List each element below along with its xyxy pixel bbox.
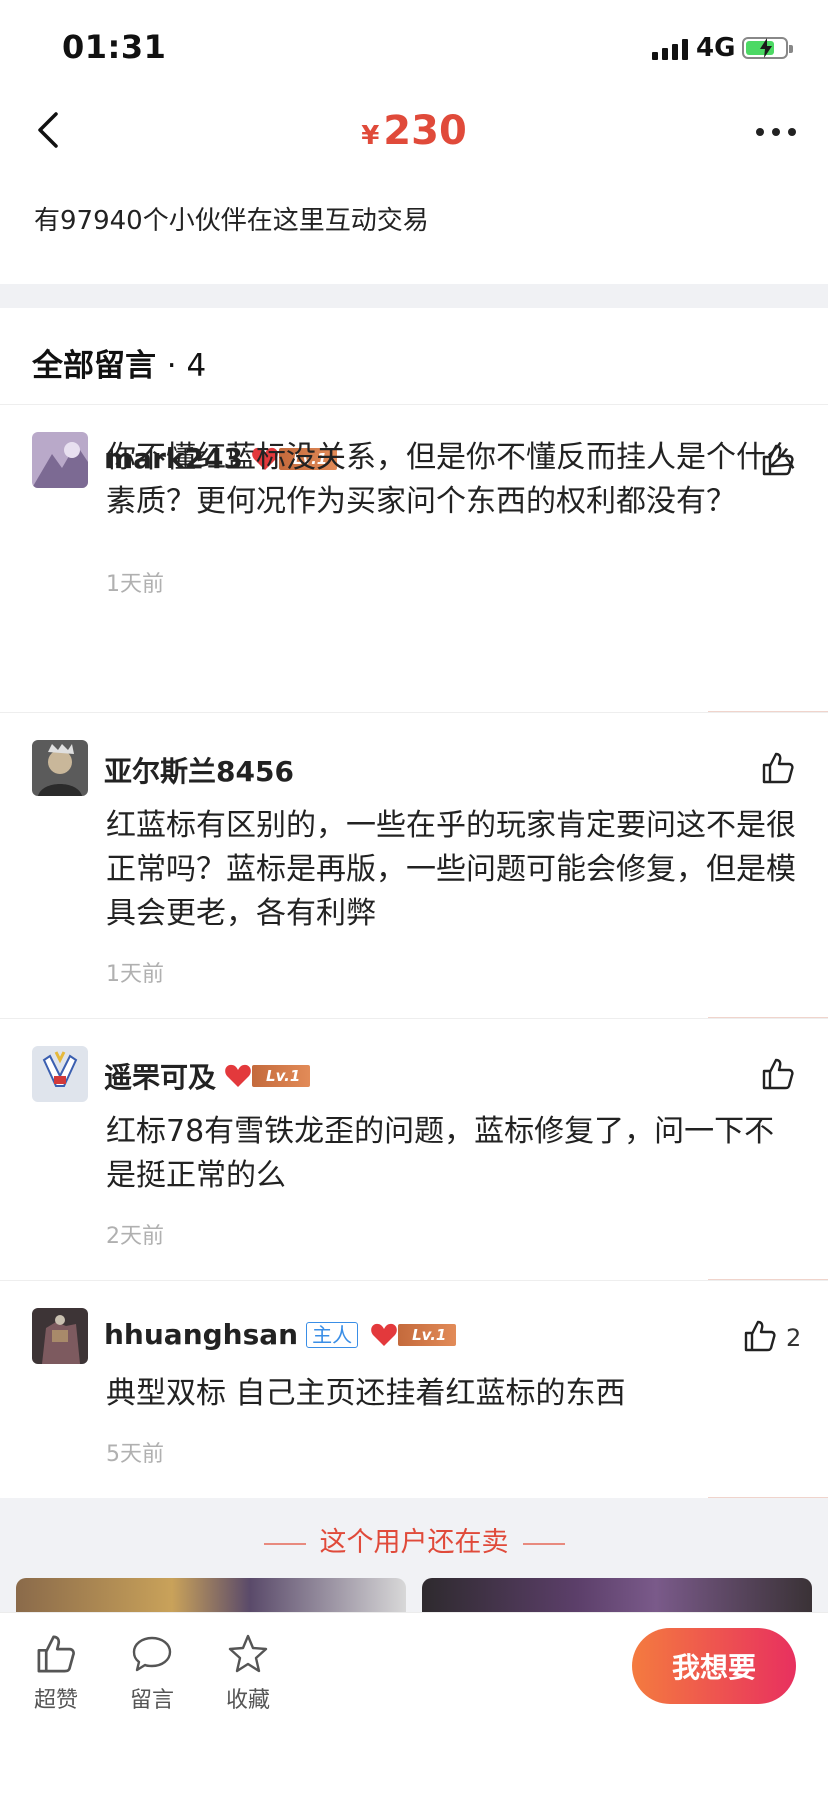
username-row: 遥罘可及 Lv.1 [104, 1056, 311, 1096]
comment-text: 红标78有雪铁龙歪的问题，蓝标修复了，问一下不是挺正常的么 [106, 1114, 775, 1193]
thumbs-up-icon [37, 1635, 75, 1673]
comment-time: 5天前 [106, 1442, 164, 1467]
heart-icon [225, 1064, 251, 1087]
battery-icon [742, 37, 793, 59]
like-count: 2 [786, 1324, 802, 1352]
comment-time: 1天前 [106, 962, 164, 987]
status-time: 01:31 [62, 28, 167, 66]
star-icon [228, 1634, 268, 1673]
comment-label: 留言 [129, 1688, 174, 1713]
like-button[interactable]: 超赞 [16, 1632, 96, 1714]
selling-title-text: 这个用户还在卖 [319, 1527, 509, 1558]
more-icon[interactable] [756, 128, 796, 136]
username-row: hhuanghsan 主人 Lv.1 [104, 1318, 457, 1351]
username[interactable]: 遥罘可及 [104, 1056, 216, 1096]
divider [0, 1018, 828, 1019]
username[interactable]: hhuanghsan [104, 1318, 298, 1351]
comment-button[interactable]: 留言 [112, 1632, 192, 1714]
thumbs-up-icon[interactable] [760, 1056, 796, 1092]
comments-title-label: 全部留言 [32, 348, 156, 384]
divider-accent [708, 711, 828, 712]
currency-symbol: ¥ [361, 121, 380, 151]
interaction-count-text: 有97940个小伙伴在这里互动交易 [34, 206, 429, 236]
want-button[interactable]: 我想要 [632, 1628, 796, 1704]
comment-time: 1天前 [106, 572, 164, 597]
avatar[interactable] [32, 1046, 88, 1102]
divider [0, 712, 828, 713]
thumbs-up-icon[interactable] [760, 750, 796, 786]
speech-bubble-icon [132, 1636, 172, 1672]
selling-title: 这个用户还在卖 [0, 1520, 828, 1559]
comment-text: 你不懂红蓝标没关系，但是你不懂反而挂人是个什么素质？更何况作为买家问个东西的权利… [106, 440, 796, 519]
network-type: 4G [696, 33, 736, 63]
comments-count: · 4 [166, 348, 207, 384]
price-value: 230 [383, 108, 467, 154]
like-label: 超赞 [33, 1688, 78, 1713]
thumbs-up-icon[interactable] [742, 1318, 778, 1354]
favorite-button[interactable]: 收藏 [208, 1632, 288, 1714]
comment-time: 2天前 [106, 1224, 164, 1249]
section-divider [0, 284, 828, 308]
level-badge: Lv.1 [252, 1065, 311, 1087]
avatar[interactable] [32, 1308, 88, 1364]
comments-section-title: 全部留言 · 4 [32, 340, 206, 385]
signal-icon [652, 38, 688, 60]
username-row: 亚尔斯兰8456 [104, 750, 294, 790]
comment-text: 典型双标 自己主页还挂着红蓝标的东西 [106, 1376, 626, 1411]
level-badge: Lv.1 [398, 1323, 457, 1346]
title-dash [522, 1542, 565, 1545]
divider [0, 404, 828, 405]
title-dash [263, 1542, 306, 1545]
divider-accent [708, 1017, 828, 1018]
heart-icon [371, 1323, 397, 1346]
avatar[interactable] [32, 432, 88, 488]
price: ¥230 [0, 108, 828, 154]
comment-text: 红蓝标有区别的，一些在乎的玩家肯定要问这不是很正常吗？蓝标是再版，一些问题可能会… [106, 808, 796, 931]
avatar[interactable] [32, 740, 88, 796]
favorite-label: 收藏 [225, 1688, 270, 1713]
owner-badge: 主人 [306, 1321, 359, 1348]
divider-accent [708, 1279, 828, 1280]
username[interactable]: 亚尔斯兰8456 [104, 750, 294, 790]
divider [0, 1280, 828, 1281]
